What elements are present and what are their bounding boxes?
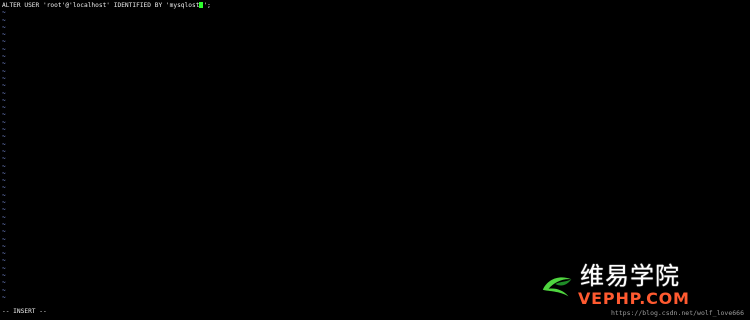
watermark: 维易学院 VEPHP.COM https://blog.csdn.net/wol…	[540, 261, 744, 317]
empty-line-marker: ~	[2, 74, 6, 82]
empty-line-marker: ~	[2, 250, 6, 258]
empty-line-marker: ~	[2, 206, 6, 214]
empty-line-marker: ~	[2, 228, 6, 236]
empty-line-marker: ~	[2, 184, 6, 192]
empty-line-marker: ~	[2, 118, 6, 126]
empty-line-marker: ~	[2, 177, 6, 185]
sql-line[interactable]: ALTER USER 'root'@'localhost' IDENTIFIED…	[2, 2, 742, 9]
brand-site: VEPHP.COM	[578, 289, 690, 308]
mode-indicator: -- INSERT --	[2, 308, 47, 315]
empty-line-marker: ~	[2, 155, 6, 163]
empty-line-marker: ~	[2, 89, 6, 97]
empty-line-marker: ~	[2, 45, 6, 53]
empty-line-marker: ~	[2, 140, 6, 148]
empty-line-marker: ~	[2, 23, 6, 31]
empty-line-marker: ~	[2, 147, 6, 155]
empty-line-marker: ~	[2, 191, 6, 199]
empty-line-marker: ~	[2, 126, 6, 134]
bird-logo-icon	[542, 277, 572, 297]
empty-line-marker: ~	[2, 133, 6, 141]
sql-text-before-cursor: ALTER USER 'root'@'localhost' IDENTIFIED…	[2, 2, 200, 9]
empty-line-marker: ~	[2, 67, 6, 75]
empty-line-marker: ~	[2, 60, 6, 68]
empty-line-marker: ~	[2, 31, 6, 39]
empty-line-marker: ~	[2, 199, 6, 207]
empty-line-marker: ~	[2, 96, 6, 104]
empty-line-marker: ~	[2, 16, 6, 24]
empty-line-marker: ~	[2, 162, 6, 170]
empty-line-marker: ~	[2, 242, 6, 250]
empty-line-marker: ~	[2, 53, 6, 61]
brand-title: 维易学院	[580, 262, 680, 290]
empty-line-marker: ~	[2, 104, 6, 112]
empty-lines: ~ ~ ~ ~ ~ ~ ~ ~ ~ ~ ~ ~ ~ ~ ~ ~ ~ ~ ~ ~ ~ ~ ~ ~ ~ ~ ~ ~ ~ ~ ~ ~ ~ ~ ~ ~ ~ ~ ~ ~	[2, 9, 742, 301]
empty-line-marker: ~	[2, 9, 6, 17]
empty-line-marker: ~	[2, 235, 6, 243]
terminal-editor[interactable]: ALTER USER 'root'@'localhost' IDENTIFIED…	[2, 2, 742, 304]
empty-line-marker: ~	[2, 111, 6, 119]
empty-line-marker: ~	[2, 213, 6, 221]
empty-line-marker: ~	[2, 169, 6, 177]
source-url: https://blog.csdn.net/wolf_love666	[610, 309, 744, 317]
empty-line-marker: ~	[2, 220, 6, 228]
empty-line-marker: ~	[2, 38, 6, 46]
sql-text-after-cursor: ';	[203, 2, 211, 9]
empty-line-marker: ~	[2, 82, 6, 90]
